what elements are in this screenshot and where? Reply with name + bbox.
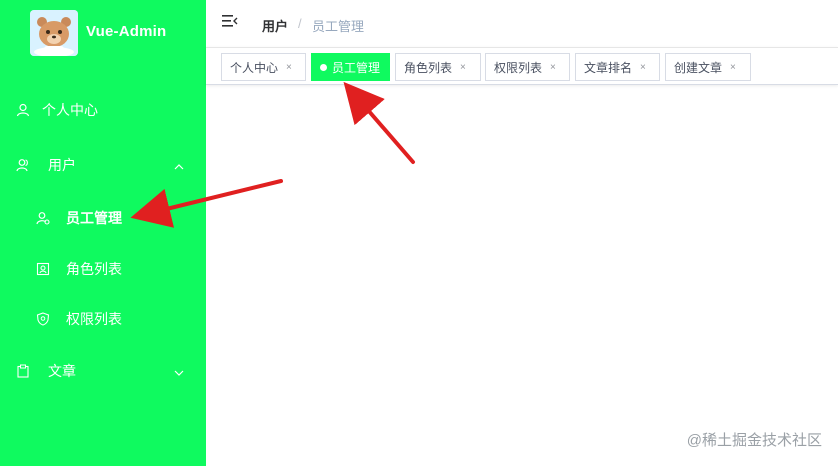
breadcrumb-parent[interactable]: 用户 [262,16,288,35]
sidebar-item-users[interactable]: 用户 [0,145,206,185]
sidebar-item-profile[interactable]: 个人中心 [0,90,206,130]
close-icon[interactable]: × [550,62,556,73]
user-icon [16,103,30,117]
tag-label: 角色列表 [404,60,453,75]
tag-roles[interactable]: 角色列表 × [395,53,481,81]
tag-employees[interactable]: 员工管理 [311,53,390,81]
close-icon[interactable]: × [460,62,466,73]
tag-label: 创建文章 [674,60,723,75]
tag-create-article[interactable]: 创建文章 × [665,53,751,81]
watermark: @稀土掘金技术社区 [686,432,822,449]
breadcrumb-current: 员工管理 [312,19,365,34]
menu-fold-icon[interactable] [222,14,238,28]
sidebar-item-employees[interactable]: 员工管理 [0,198,206,238]
close-icon[interactable]: × [730,62,736,73]
navbar: 用户 / 员工管理 [206,0,838,47]
logo-bear-avatar [30,10,78,57]
breadcrumb-separator: / [298,16,302,31]
active-dot-icon [320,63,327,71]
tag-label: 文章排名 [584,60,633,75]
tag-label: 权限列表 [494,60,543,75]
tag-profile[interactable]: 个人中心 × [221,53,306,81]
sidebar-item-articles[interactable]: 文章 [0,351,206,391]
tag-label: 员工管理 [332,60,381,75]
tag-article-rank[interactable]: 文章排名 × [575,53,660,81]
app-title: Vue-Admin [86,23,167,40]
tags-view: 个人中心 × 员工管理 角色列表 × 权限列表 × 文章排名 × 创建文章 × [206,47,838,85]
tag-label: 个人中心 [230,60,279,75]
sidebar-item-label: 用户 [48,157,76,173]
sidebar-item-label: 员工管理 [66,210,122,226]
tag-permissions[interactable]: 权限列表 × [485,53,570,81]
users-icon [16,158,30,172]
sidebar-item-label: 角色列表 [66,261,122,277]
sidebar-item-label: 权限列表 [66,311,122,327]
close-icon[interactable]: × [286,62,292,73]
sidebar-item-label: 文章 [48,363,76,379]
chevron-up-icon [174,159,184,170]
sidebar-item-permissions[interactable]: 权限列表 [0,299,206,339]
sidebar-item-roles[interactable]: 角色列表 [0,249,206,289]
role-icon [36,262,50,276]
sidebar-item-label: 个人中心 [42,102,98,118]
shield-icon [36,312,50,326]
clipboard-icon [16,364,30,378]
sidebar: Vue-Admin 个人中心 用户 员工管理 角色列表 权限列表 文章 [0,0,206,466]
arrow-to-tag-icon [343,81,415,164]
close-icon[interactable]: × [640,62,646,73]
chevron-down-icon [174,365,184,376]
employee-icon [36,211,50,225]
